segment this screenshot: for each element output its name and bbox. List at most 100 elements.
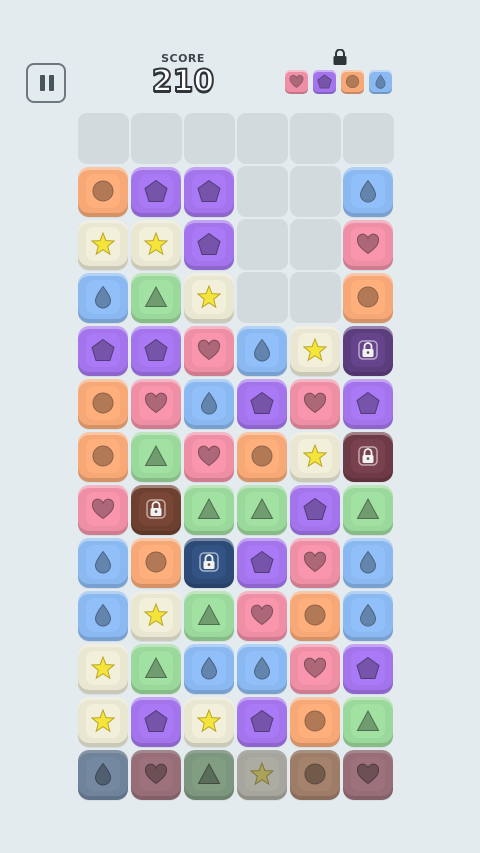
heart-icon (197, 339, 221, 361)
tile-pentagon[interactable] (290, 485, 340, 535)
game-board (78, 113, 396, 803)
tile-pentagon[interactable] (343, 644, 393, 694)
tile-circle[interactable] (343, 273, 393, 323)
tile-heart[interactable] (184, 432, 234, 482)
tile-heart[interactable] (290, 644, 340, 694)
tile-triangle[interactable] (131, 432, 181, 482)
circle-icon (304, 604, 326, 626)
tile-heart[interactable] (290, 538, 340, 588)
heart-icon (356, 763, 380, 785)
tile-triangle[interactable] (184, 750, 234, 800)
tile-pentagon[interactable] (184, 220, 234, 270)
tile-circle[interactable] (78, 432, 128, 482)
heart-icon (303, 551, 327, 573)
tile-circle[interactable] (131, 538, 181, 588)
tile-star[interactable] (78, 220, 128, 270)
tile-drop[interactable] (343, 538, 393, 588)
tile-circle[interactable] (237, 432, 287, 482)
tile-pentagon[interactable] (184, 167, 234, 217)
tile-star[interactable] (78, 697, 128, 747)
tile-heart[interactable] (343, 220, 393, 270)
tile-star[interactable] (290, 326, 340, 376)
tile-drop[interactable] (78, 273, 128, 323)
tile-drop[interactable] (343, 591, 393, 641)
locked-tile[interactable] (343, 432, 393, 482)
tile-pentagon[interactable] (343, 379, 393, 429)
pentagon-icon (250, 391, 274, 414)
triangle-icon (250, 497, 274, 519)
lock-icon (199, 552, 219, 572)
empty-cell (78, 113, 129, 164)
tile-circle[interactable] (78, 167, 128, 217)
tile-star[interactable] (290, 432, 340, 482)
tile-pentagon[interactable] (237, 538, 287, 588)
tile-pentagon[interactable] (131, 326, 181, 376)
pentagon-icon (250, 550, 274, 573)
star-icon (197, 709, 221, 733)
lock-icon (358, 446, 378, 466)
pentagon-icon (144, 709, 168, 732)
triangle-icon (144, 285, 168, 307)
pentagon-icon (356, 391, 380, 414)
tile-heart[interactable] (78, 485, 128, 535)
tile-pentagon[interactable] (131, 697, 181, 747)
tile-triangle[interactable] (343, 485, 393, 535)
locked-tile[interactable] (184, 538, 234, 588)
triangle-icon (144, 656, 168, 678)
tile-star[interactable] (184, 273, 234, 323)
tile-triangle[interactable] (131, 273, 181, 323)
tile-drop[interactable] (184, 644, 234, 694)
locked-tile[interactable] (343, 326, 393, 376)
locked-tile[interactable] (131, 485, 181, 535)
tile-star[interactable] (131, 591, 181, 641)
tile-circle[interactable] (78, 379, 128, 429)
tile-pentagon[interactable] (237, 697, 287, 747)
drop-icon (253, 656, 271, 680)
drop-icon (94, 603, 112, 627)
tile-heart[interactable] (131, 379, 181, 429)
pentagon-icon (303, 497, 327, 520)
tile-heart[interactable] (131, 750, 181, 800)
tile-drop[interactable] (343, 167, 393, 217)
tile-heart[interactable] (343, 750, 393, 800)
tile-drop[interactable] (78, 750, 128, 800)
circle-icon (345, 74, 360, 89)
tile-heart[interactable] (290, 379, 340, 429)
tile-star[interactable] (184, 697, 234, 747)
tile-triangle[interactable] (343, 697, 393, 747)
tile-drop[interactable] (78, 591, 128, 641)
tile-star[interactable] (131, 220, 181, 270)
pentagon-icon (197, 179, 221, 202)
circle-icon (92, 180, 114, 202)
pentagon-icon (144, 179, 168, 202)
tile-circle[interactable] (290, 697, 340, 747)
tile-pentagon[interactable] (131, 167, 181, 217)
tile-heart[interactable] (237, 591, 287, 641)
tile-triangle[interactable] (237, 485, 287, 535)
star-icon (303, 338, 327, 362)
circle-icon (251, 445, 273, 467)
tile-pentagon[interactable] (237, 379, 287, 429)
pause-button[interactable] (26, 63, 66, 103)
drop-icon (375, 74, 386, 89)
tile-triangle[interactable] (131, 644, 181, 694)
circle-icon (304, 710, 326, 732)
tile-star[interactable] (237, 750, 287, 800)
tile-triangle[interactable] (184, 591, 234, 641)
unlock-target-drop (369, 70, 392, 94)
heart-icon (144, 392, 168, 414)
tile-triangle[interactable] (184, 485, 234, 535)
tile-circle[interactable] (290, 750, 340, 800)
tile-drop[interactable] (78, 538, 128, 588)
tile-drop[interactable] (237, 326, 287, 376)
empty-cell (237, 219, 288, 270)
tile-drop[interactable] (184, 379, 234, 429)
circle-icon (92, 392, 114, 414)
drop-icon (94, 285, 112, 309)
tile-pentagon[interactable] (78, 326, 128, 376)
tile-star[interactable] (78, 644, 128, 694)
tile-heart[interactable] (184, 326, 234, 376)
star-icon (91, 232, 115, 256)
tile-drop[interactable] (237, 644, 287, 694)
tile-circle[interactable] (290, 591, 340, 641)
